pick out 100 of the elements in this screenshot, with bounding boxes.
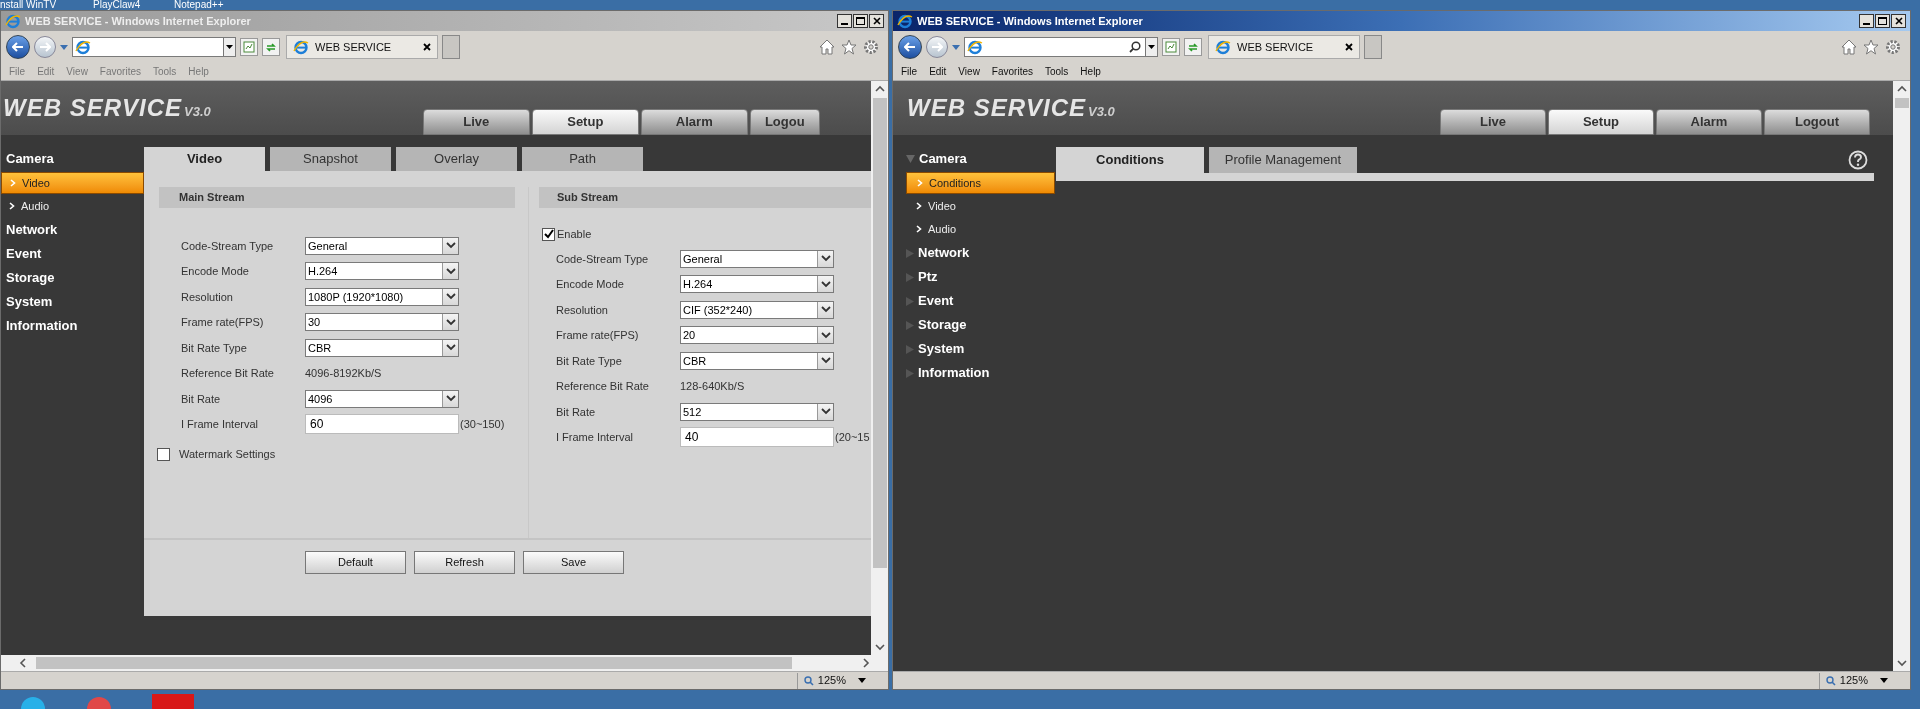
nav-tab[interactable]: Live xyxy=(422,109,530,135)
address-field[interactable] xyxy=(72,37,236,57)
menu-item[interactable]: Favorites xyxy=(991,64,1033,79)
scroll-thumb[interactable] xyxy=(1894,98,1909,108)
menu-item[interactable]: File xyxy=(901,64,918,79)
dropdown[interactable]: CIF (352*240) xyxy=(680,300,834,319)
checkbox[interactable] xyxy=(157,447,170,461)
dropdown[interactable]: General xyxy=(680,249,834,268)
sidebar-item[interactable]: Storage xyxy=(1,266,144,290)
settings-icon[interactable] xyxy=(863,39,879,55)
desktop-shortcut-label[interactable]: Notepad++ xyxy=(174,0,224,10)
desktop-shortcut-label[interactable]: PlayClaw4 xyxy=(93,0,141,10)
sidebar-item[interactable]: System xyxy=(1,290,144,314)
back-arrow-icon xyxy=(12,42,24,52)
vertical-scrollbar[interactable] xyxy=(1893,81,1910,671)
dropdown[interactable]: 4096 xyxy=(305,389,459,408)
sidebar-item[interactable]: Information xyxy=(1,314,144,338)
dropdown[interactable]: 30 xyxy=(305,313,459,332)
action-button[interactable]: Save xyxy=(523,551,624,574)
nav-tab[interactable]: Live xyxy=(1440,109,1546,135)
dropdown[interactable]: H.264 xyxy=(680,275,834,294)
dropdown[interactable]: 512 xyxy=(680,402,834,421)
dropdown[interactable]: 20 xyxy=(680,326,834,345)
sidebar-item[interactable]: Camera xyxy=(1,147,144,171)
refresh-button[interactable] xyxy=(262,38,280,56)
settings-icon[interactable] xyxy=(1885,39,1901,55)
page-tab[interactable]: Video xyxy=(144,147,265,171)
nav-tab[interactable]: Alarm xyxy=(1656,109,1762,135)
sidebar-subitem[interactable]: Audio xyxy=(906,218,1055,240)
sidebar-subitem[interactable]: Conditions xyxy=(906,172,1055,194)
back-button[interactable] xyxy=(6,35,30,59)
input-field[interactable]: 40 xyxy=(680,427,834,448)
sidebar-item[interactable]: Storage xyxy=(906,313,1056,337)
nav-tab[interactable]: Logou xyxy=(749,109,820,135)
compatibility-view-button[interactable] xyxy=(1162,38,1180,56)
sidebar-subitem[interactable]: Video xyxy=(1,172,144,194)
scroll-up-icon[interactable] xyxy=(874,85,885,92)
checkbox[interactable] xyxy=(542,227,555,241)
menu-item[interactable]: Tools xyxy=(1045,64,1069,79)
sidebar-item[interactable]: Camera xyxy=(906,147,1056,171)
action-button[interactable]: Refresh xyxy=(414,551,515,574)
scroll-right-icon[interactable] xyxy=(863,658,870,668)
sidebar-item[interactable]: Ptz xyxy=(906,265,1056,289)
dropdown[interactable]: H.264 xyxy=(305,262,459,281)
sidebar-item[interactable]: System xyxy=(906,337,1056,361)
nav-tab[interactable]: Logout xyxy=(1764,109,1870,135)
menu-item[interactable]: View xyxy=(958,64,980,79)
sidebar-item[interactable]: Information xyxy=(906,361,1056,385)
maximize-button[interactable] xyxy=(1875,14,1890,28)
dropdown[interactable]: CBR xyxy=(305,338,459,357)
browser-tab[interactable]: WEB SERVICE xyxy=(1208,35,1360,59)
zoom-control[interactable]: 125% xyxy=(796,672,866,689)
page-tab[interactable]: Overlay xyxy=(396,147,517,171)
sidebar-item[interactable]: Network xyxy=(1,218,144,242)
sidebar-item[interactable]: Network xyxy=(906,241,1056,265)
page-tab[interactable]: Conditions xyxy=(1056,147,1204,173)
scroll-up-icon[interactable] xyxy=(1896,85,1907,92)
desktop-shortcut-label[interactable]: nstall WinTV xyxy=(0,0,57,10)
nav-tab[interactable]: Setup xyxy=(531,109,639,135)
page-tab[interactable]: Profile Management xyxy=(1209,147,1357,173)
scroll-thumb[interactable] xyxy=(872,98,887,568)
help-icon[interactable] xyxy=(1848,150,1868,170)
scroll-left-icon[interactable] xyxy=(19,658,26,668)
app-logo: WEB SERVICE xyxy=(3,93,183,123)
star-icon[interactable] xyxy=(1863,39,1879,55)
scroll-down-icon[interactable] xyxy=(1896,660,1907,667)
browser-tab[interactable]: WEB SERVICE xyxy=(286,35,438,59)
close-button[interactable] xyxy=(869,14,884,28)
close-button[interactable] xyxy=(1891,14,1906,28)
nav-tab[interactable]: Alarm xyxy=(640,109,748,135)
sidebar-item[interactable]: Event xyxy=(1,242,144,266)
sidebar-subitem[interactable]: Audio xyxy=(1,195,144,217)
home-icon[interactable] xyxy=(1841,39,1857,55)
address-field[interactable] xyxy=(964,37,1158,57)
scroll-down-icon[interactable] xyxy=(874,644,885,651)
horizontal-scrollbar[interactable] xyxy=(1,655,888,671)
maximize-button[interactable] xyxy=(853,14,868,28)
scroll-thumb[interactable] xyxy=(36,657,792,669)
minimize-button[interactable] xyxy=(1859,14,1874,28)
action-button[interactable]: Default xyxy=(305,551,406,574)
minimize-button[interactable] xyxy=(837,14,852,28)
menu-item[interactable]: Help xyxy=(1080,64,1101,79)
home-icon[interactable] xyxy=(819,39,835,55)
dropdown[interactable]: 1080P (1920*1080) xyxy=(305,287,459,306)
page-tab[interactable]: Path xyxy=(522,147,643,171)
refresh-button[interactable] xyxy=(1184,38,1202,56)
page-icon xyxy=(243,41,255,53)
menu-item[interactable]: Edit xyxy=(929,64,947,79)
back-button[interactable] xyxy=(898,35,922,59)
sidebar-subitem[interactable]: Video xyxy=(906,195,1055,217)
input-field[interactable]: 60 xyxy=(305,414,459,435)
star-icon[interactable] xyxy=(841,39,857,55)
nav-tab[interactable]: Setup xyxy=(1548,109,1654,135)
dropdown[interactable]: CBR xyxy=(680,351,834,370)
vertical-scrollbar[interactable] xyxy=(871,81,888,655)
dropdown[interactable]: General xyxy=(305,236,459,255)
page-tab[interactable]: Snapshot xyxy=(270,147,391,171)
sidebar-item[interactable]: Event xyxy=(906,289,1056,313)
zoom-control[interactable]: 125% xyxy=(1818,672,1888,689)
compatibility-view-button[interactable] xyxy=(240,38,258,56)
